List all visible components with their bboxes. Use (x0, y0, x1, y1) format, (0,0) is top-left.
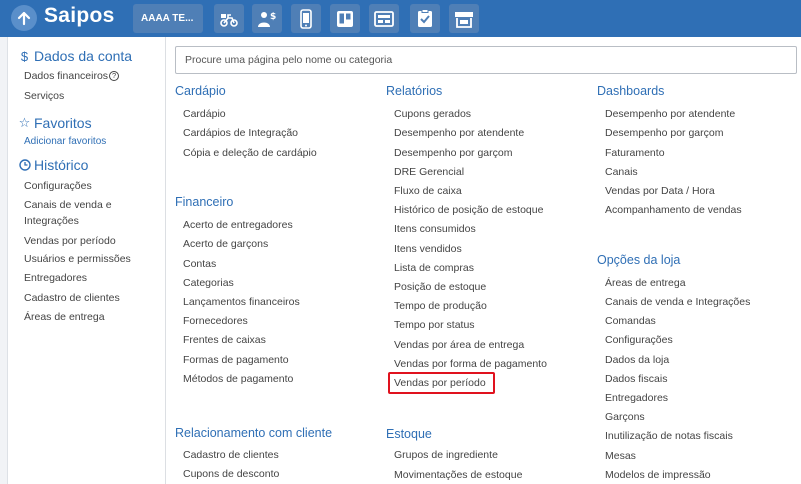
menu-link[interactable]: Cadastro de clientes (183, 449, 279, 461)
menu-link[interactable]: Vendas por área de entrega (394, 339, 524, 351)
menu-link[interactable]: Acerto de garçons (183, 238, 268, 250)
menu-link[interactable]: Desempenho por garçom (394, 147, 512, 159)
sidebar: $ Dados da conta Dados financeiros? Serv… (8, 37, 166, 484)
section-title-relacionamento: Relacionamento com cliente (175, 426, 333, 440)
menu-link[interactable]: Áreas de entrega (605, 277, 686, 289)
account-section-header[interactable]: $ Dados da conta (18, 48, 132, 64)
history-item[interactable]: Cadastro de clientes (24, 292, 120, 305)
sidebar-item-servicos[interactable]: Serviços (24, 90, 64, 103)
menu-link[interactable]: Lista de compras (394, 262, 474, 274)
clock-icon (18, 159, 31, 171)
section-title-estoque: Estoque (386, 427, 432, 441)
history-section-header[interactable]: Histórico (18, 157, 88, 173)
favorites-section-header[interactable]: ☆ Favoritos (18, 115, 92, 131)
favorites-title: Favoritos (34, 115, 92, 131)
menu-link[interactable]: Configurações (605, 334, 673, 346)
cash-register-icon[interactable] (369, 4, 399, 33)
section-title-financeiro: Financeiro (175, 195, 234, 209)
history-item[interactable]: Configurações (24, 180, 92, 193)
section-title-relatorios: Relatórios (386, 84, 443, 98)
store-selector-button[interactable]: AAAA TE... (133, 4, 203, 33)
menu-link[interactable]: Cupons de desconto (183, 468, 279, 480)
sidebar-item-dados-financeiros[interactable]: Dados financeiros? (24, 70, 120, 83)
menu-link[interactable]: Frentes de caixas (183, 334, 266, 346)
delivery-scooter-icon[interactable] (214, 4, 244, 33)
menu-link[interactable]: Entregadores (605, 392, 668, 404)
kanban-icon[interactable] (330, 4, 360, 33)
menu-link[interactable]: Desempenho por atendente (394, 127, 524, 139)
menu-link[interactable]: Fornecedores (183, 315, 248, 327)
menu-link[interactable]: Mesas (605, 450, 636, 462)
help-icon[interactable]: ? (109, 71, 120, 81)
menu-link[interactable]: Desempenho por garçom (605, 127, 723, 139)
phone-app-icon[interactable] (291, 4, 321, 33)
add-favorites-link[interactable]: Adicionar favoritos (24, 136, 106, 147)
menu-link[interactable]: Movimentações de estoque (394, 469, 522, 481)
menu-link[interactable]: Canais de venda e Integrações (605, 296, 750, 308)
history-item[interactable]: Entregadores (24, 272, 87, 285)
left-edge-strip (0, 37, 8, 484)
menu-link[interactable]: Itens vendidos (394, 243, 462, 255)
menu-link[interactable]: Inutilização de notas fiscais (605, 430, 733, 442)
menu-link[interactable]: Métodos de pagamento (183, 373, 293, 385)
app-logo[interactable]: Saipos (44, 4, 115, 28)
section-title-cardapio: Cardápio (175, 84, 226, 98)
menu-link[interactable]: Posição de estoque (394, 281, 486, 293)
menu-link[interactable]: Tempo de produção (394, 300, 487, 312)
menu-link[interactable]: DRE Gerencial (394, 166, 464, 178)
menu-link[interactable]: Categorias (183, 277, 234, 289)
star-icon: ☆ (18, 115, 31, 130)
menu-link[interactable]: Cupons gerados (394, 108, 471, 120)
menu-link[interactable]: Lançamentos financeiros (183, 296, 300, 308)
history-item[interactable]: Áreas de entrega (24, 311, 105, 324)
search-input[interactable] (176, 47, 796, 73)
menu-link[interactable]: Formas de pagamento (183, 354, 289, 366)
section-title-opcoes-da-loja: Opções da loja (597, 253, 681, 267)
section-title-dashboards: Dashboards (597, 84, 665, 98)
history-title: Histórico (34, 157, 89, 173)
menu-link[interactable]: Garçons (605, 411, 645, 423)
history-item[interactable]: Integrações (24, 215, 79, 228)
menu-link[interactable]: Itens consumidos (394, 223, 476, 235)
history-item[interactable]: Vendas por período (24, 235, 116, 248)
menu-link[interactable]: Modelos de impressão (605, 469, 711, 481)
menu-link[interactable]: Histórico de posição de estoque (394, 204, 543, 216)
account-title: Dados da conta (34, 48, 133, 64)
highlight-box (388, 372, 495, 394)
menu-link[interactable]: Vendas por Data / Hora (605, 185, 715, 197)
svg-text:$: $ (270, 12, 276, 22)
person-dollar-icon[interactable]: $ (252, 4, 282, 33)
page-search (175, 46, 797, 74)
dollar-icon: $ (20, 48, 29, 64)
menu-link[interactable]: Comandas (605, 315, 656, 327)
menu-link[interactable]: Faturamento (605, 147, 665, 159)
menu-link[interactable]: Desempenho por atendente (605, 108, 735, 120)
top-navbar: Saipos AAAA TE... $ (0, 0, 801, 37)
menu-link[interactable]: Cardápios de Integração (183, 127, 298, 139)
menu-link[interactable]: Cardápio (183, 108, 226, 120)
menu-link[interactable]: Acompanhamento de vendas (605, 204, 742, 216)
menu-link[interactable]: Dados da loja (605, 354, 669, 366)
menu-link[interactable]: Fluxo de caixa (394, 185, 462, 197)
arrow-up-icon[interactable] (11, 5, 37, 31)
menu-link[interactable]: Grupos de ingrediente (394, 449, 498, 461)
menu-link[interactable]: Contas (183, 258, 216, 270)
history-item[interactable]: Canais de venda e (24, 199, 112, 212)
history-item[interactable]: Usuários e permissões (24, 253, 131, 266)
menu-link[interactable]: Dados fiscais (605, 373, 667, 385)
menu-link[interactable]: Acerto de entregadores (183, 219, 293, 231)
menu-link[interactable]: Canais (605, 166, 638, 178)
clipboard-check-icon[interactable] (410, 4, 440, 33)
menu-link[interactable]: Cópia e deleção de cardápio (183, 147, 317, 159)
menu-link[interactable]: Vendas por forma de pagamento (394, 358, 547, 370)
menu-link[interactable]: Tempo por status (394, 319, 475, 331)
storefront-icon[interactable] (449, 4, 479, 33)
